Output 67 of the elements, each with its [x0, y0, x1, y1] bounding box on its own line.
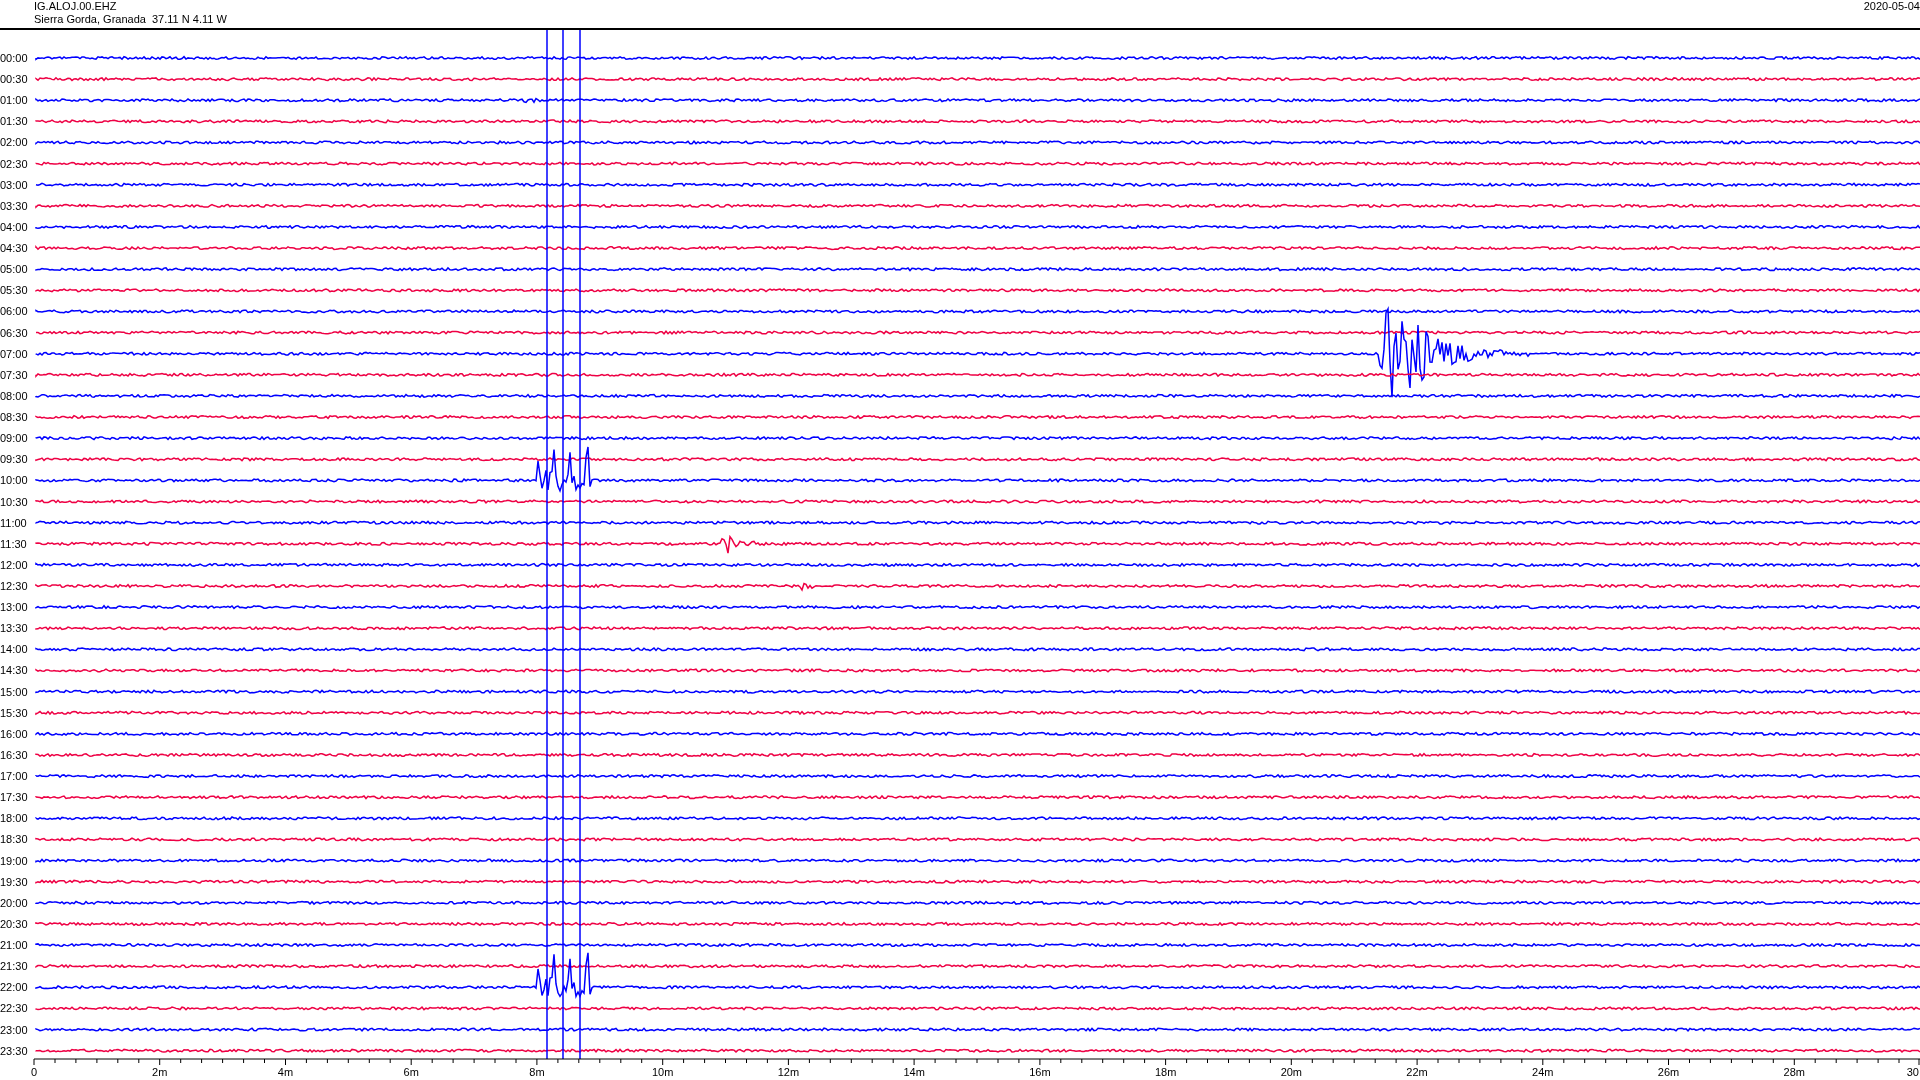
- axis-tick-label: 8m: [529, 1066, 545, 1078]
- time-label: 12:00: [0, 558, 28, 571]
- time-label: 00:00: [0, 52, 28, 64]
- time-label: 04:00: [0, 220, 28, 233]
- time-label: 00:30: [0, 73, 28, 86]
- time-label: 20:00: [0, 896, 28, 909]
- time-label: 04:30: [0, 242, 28, 255]
- axis-tick-label: 22m: [1406, 1066, 1428, 1078]
- station-code: IG.ALOJ.00.EHZ: [34, 0, 118, 13]
- time-label: 18:30: [0, 833, 28, 846]
- time-label: 20:30: [0, 917, 28, 930]
- time-label: 17:00: [0, 770, 28, 783]
- axis-tick-label: 4m: [277, 1066, 294, 1078]
- station-location: Sierra Gorda, Granada 37.11 N 4.11 W: [34, 13, 227, 26]
- axis-tick-label: 18m: [1154, 1066, 1177, 1078]
- time-label: 01:00: [0, 94, 28, 107]
- time-label: 21:00: [0, 939, 28, 952]
- time-label: 19:00: [0, 854, 28, 867]
- time-label: 03:30: [0, 199, 28, 212]
- axis-tick-label: 6m: [403, 1066, 419, 1078]
- time-label: 01:30: [0, 115, 28, 128]
- time-label: 21:30: [0, 960, 28, 973]
- time-label: 13:00: [0, 601, 28, 614]
- time-label: 11:00: [0, 516, 27, 529]
- time-label: 06:30: [0, 326, 28, 339]
- time-label: 12:30: [0, 580, 28, 592]
- axis-tick-label: 30: [1906, 1066, 1919, 1078]
- time-label: 11:30: [0, 537, 27, 550]
- time-label: 05:30: [0, 284, 28, 297]
- axis-tick-label: 10m: [651, 1066, 674, 1078]
- time-label: 09:30: [0, 453, 28, 466]
- time-label: 02:30: [0, 157, 28, 170]
- time-label: 15:00: [0, 685, 28, 698]
- time-label: 19:30: [0, 875, 28, 888]
- time-label: 07:30: [0, 368, 28, 381]
- time-label: 16:30: [0, 748, 28, 761]
- time-label: 09:00: [0, 432, 28, 445]
- time-label: 17:30: [0, 791, 28, 804]
- time-label: 14:30: [0, 664, 28, 677]
- axis-tick-label: 28m: [1783, 1066, 1805, 1078]
- time-label: 03:00: [0, 178, 28, 191]
- time-label: 08:30: [0, 411, 28, 424]
- plot-date: 2020-05-04: [1863, 0, 1920, 14]
- axis-tick-label: 24m: [1532, 1066, 1554, 1078]
- time-label: 18:00: [0, 812, 28, 825]
- time-label: 15:30: [0, 706, 28, 719]
- time-label: 23:30: [0, 1044, 28, 1057]
- time-label: 02:00: [0, 136, 28, 149]
- time-label: 05:00: [0, 263, 28, 276]
- axis-tick-label: 0: [30, 1066, 38, 1078]
- axis-tick-label: 26m: [1657, 1066, 1680, 1078]
- time-label: 10:30: [0, 495, 28, 508]
- time-label: 14:00: [0, 643, 28, 656]
- time-label: 23:00: [0, 1023, 28, 1036]
- axis-tick-label: 20m: [1280, 1066, 1303, 1078]
- axis-tick-label: 14m: [903, 1066, 925, 1078]
- time-label: 22:00: [0, 981, 28, 994]
- time-label: 06:00: [0, 305, 28, 318]
- axis-tick-label: 12m: [777, 1066, 800, 1078]
- time-label: 07:00: [0, 347, 28, 360]
- time-label: 16:00: [0, 727, 28, 740]
- axis-tick-label: 16m: [1029, 1066, 1051, 1078]
- time-label: 08:00: [0, 389, 28, 402]
- time-label: 22:30: [0, 1002, 28, 1015]
- time-label: 10:00: [0, 474, 28, 487]
- axis-tick-label: 2m: [152, 1066, 168, 1078]
- time-label: 13:30: [0, 622, 28, 635]
